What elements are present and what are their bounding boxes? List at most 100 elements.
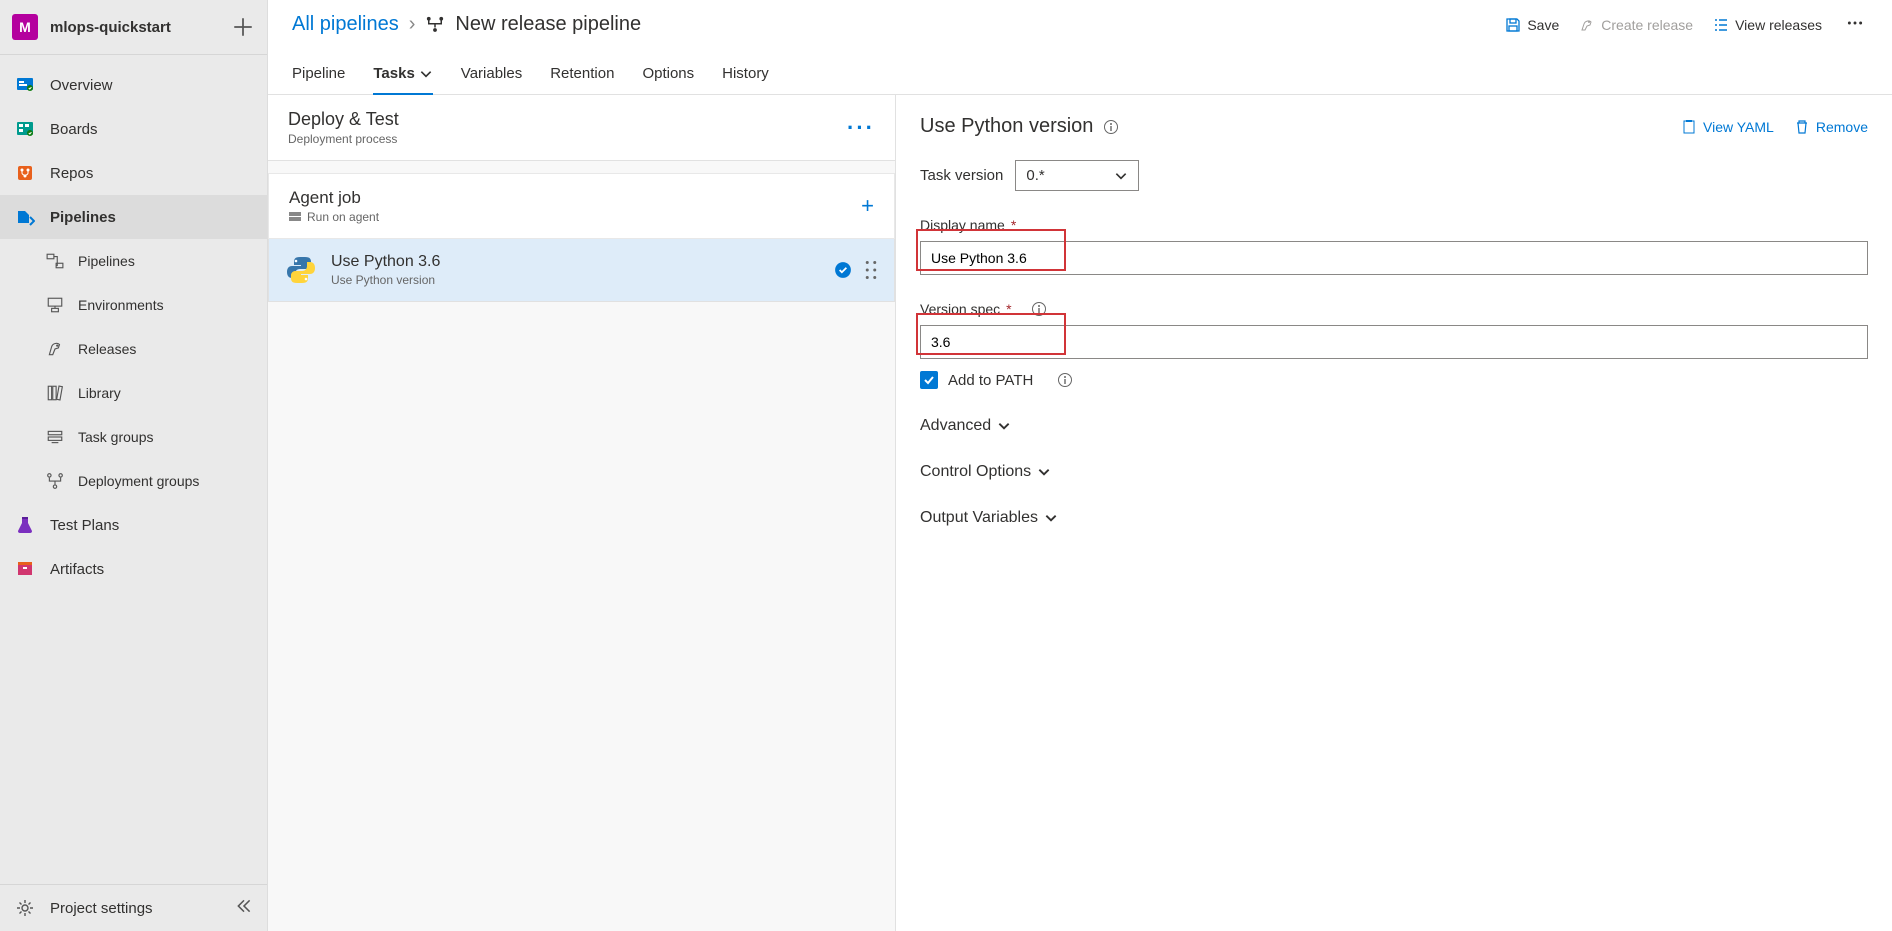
sidebar: M mlops-quickstart Overview Boards Repos… [0, 0, 268, 931]
tab-options[interactable]: Options [642, 55, 694, 94]
sidebar-subitem-library[interactable]: Library [0, 371, 267, 415]
rocket-icon [1579, 17, 1595, 33]
control-options-section[interactable]: Control Options [920, 463, 1868, 481]
project-name[interactable]: mlops-quickstart [50, 19, 221, 36]
stage-subtitle: Deployment process [288, 132, 399, 146]
sidebar-item-label: Pipelines [78, 253, 135, 269]
save-icon [1505, 17, 1521, 33]
sidebar-item-label: Repos [50, 165, 93, 182]
sidebar-item-artifacts[interactable]: Artifacts [0, 547, 267, 591]
library-icon [46, 382, 64, 404]
clipboard-icon [1681, 119, 1697, 135]
releases-icon [46, 338, 64, 360]
create-release-label: Create release [1601, 17, 1693, 33]
tab-history[interactable]: History [722, 55, 769, 94]
sidebar-item-label: Deployment groups [78, 473, 199, 489]
trash-icon [1794, 119, 1810, 135]
project-settings-link[interactable]: Project settings [0, 884, 267, 931]
stage-header[interactable]: Deploy & Test Deployment process ··· [268, 95, 895, 161]
more-actions-button[interactable] [1842, 10, 1868, 39]
task-version-select[interactable]: 0.* [1015, 160, 1139, 191]
pipeline-tabs: Pipeline Tasks Variables Retention Optio… [268, 55, 1892, 95]
sidebar-nav: Overview Boards Repos Pipelines Pipeline… [0, 55, 267, 884]
info-icon[interactable] [1031, 301, 1047, 317]
sidebar-subitem-taskgroups[interactable]: Task groups [0, 415, 267, 459]
testplans-icon [14, 514, 36, 536]
agent-job-subtitle: Run on agent [289, 210, 379, 224]
add-to-path-label: Add to PATH [948, 372, 1033, 389]
stage-more-button[interactable]: ··· [847, 115, 875, 141]
drag-handle-icon[interactable] [864, 260, 878, 280]
chevron-down-icon [1044, 511, 1058, 525]
version-spec-label: Version spec* [920, 301, 1868, 317]
sidebar-item-testplans[interactable]: Test Plans [0, 503, 267, 547]
breadcrumb-separator: › [409, 13, 416, 36]
version-spec-input[interactable] [920, 325, 1868, 359]
add-to-path-row: Add to PATH [920, 371, 1868, 389]
main-content: All pipelines › New release pipeline Sav… [268, 0, 1892, 931]
chevron-down-icon [1037, 465, 1051, 479]
view-yaml-button[interactable]: View YAML [1681, 119, 1774, 135]
sidebar-item-boards[interactable]: Boards [0, 107, 267, 151]
new-item-button[interactable] [233, 17, 253, 37]
overview-icon [14, 74, 36, 96]
add-task-button[interactable]: + [861, 193, 874, 219]
release-pipeline-icon [425, 15, 445, 35]
chevron-down-icon [1114, 169, 1128, 183]
display-name-input[interactable] [920, 241, 1868, 275]
project-settings-label: Project settings [50, 900, 153, 917]
task-title: Use Python 3.6 [331, 253, 440, 271]
sidebar-item-label: Overview [50, 77, 113, 94]
tab-variables[interactable]: Variables [461, 55, 522, 94]
sidebar-subitem-releases[interactable]: Releases [0, 327, 267, 371]
repos-icon [14, 162, 36, 184]
display-name-label: Display name* [920, 217, 1868, 233]
tab-tasks[interactable]: Tasks [373, 55, 432, 94]
tab-retention[interactable]: Retention [550, 55, 614, 94]
task-row-use-python[interactable]: Use Python 3.6 Use Python version [268, 239, 895, 302]
save-label: Save [1527, 17, 1559, 33]
sidebar-subitem-environments[interactable]: Environments [0, 283, 267, 327]
tab-tasks-label: Tasks [373, 65, 414, 82]
info-icon[interactable] [1103, 119, 1119, 135]
sidebar-subitem-deploymentgroups[interactable]: Deployment groups [0, 459, 267, 503]
tab-pipeline[interactable]: Pipeline [292, 55, 345, 94]
agent-job-row[interactable]: Agent job Run on agent + [268, 173, 895, 239]
task-version-row: Task version 0.* [920, 160, 1868, 191]
project-avatar: M [12, 14, 38, 40]
view-releases-button[interactable]: View releases [1713, 17, 1822, 33]
sidebar-item-label: Library [78, 385, 121, 401]
collapse-sidebar-button[interactable] [235, 897, 253, 919]
sidebar-item-repos[interactable]: Repos [0, 151, 267, 195]
sidebar-item-label: Environments [78, 297, 164, 313]
view-releases-label: View releases [1735, 17, 1822, 33]
plus-icon [233, 17, 253, 37]
info-icon[interactable] [1057, 372, 1073, 388]
gear-icon [14, 897, 36, 919]
list-icon [1713, 17, 1729, 33]
sidebar-item-label: Task groups [78, 429, 153, 445]
detail-header: Use Python version View YAML Remove [920, 115, 1868, 138]
deploymentgroups-icon [46, 470, 64, 492]
taskgroups-icon [46, 426, 64, 448]
sidebar-item-pipelines[interactable]: Pipelines [0, 195, 267, 239]
breadcrumb: All pipelines › New release pipeline [292, 13, 641, 36]
artifacts-icon [14, 558, 36, 580]
project-header: M mlops-quickstart [0, 0, 267, 55]
sidebar-item-label: Artifacts [50, 561, 104, 578]
sidebar-item-overview[interactable]: Overview [0, 63, 267, 107]
chevron-down-icon [997, 419, 1011, 433]
breadcrumb-title[interactable]: New release pipeline [455, 13, 641, 36]
python-icon [285, 254, 317, 286]
pipelines-icon [14, 206, 36, 228]
save-button[interactable]: Save [1505, 17, 1559, 33]
breadcrumb-root[interactable]: All pipelines [292, 13, 399, 36]
add-to-path-checkbox[interactable] [920, 371, 938, 389]
tasks-column: Deploy & Test Deployment process ··· Age… [268, 95, 896, 931]
output-variables-section[interactable]: Output Variables [920, 509, 1868, 527]
sidebar-subitem-pipelines[interactable]: Pipelines [0, 239, 267, 283]
advanced-section[interactable]: Advanced [920, 417, 1868, 435]
sidebar-item-label: Pipelines [50, 209, 116, 226]
boards-icon [14, 118, 36, 140]
remove-button[interactable]: Remove [1794, 119, 1868, 135]
